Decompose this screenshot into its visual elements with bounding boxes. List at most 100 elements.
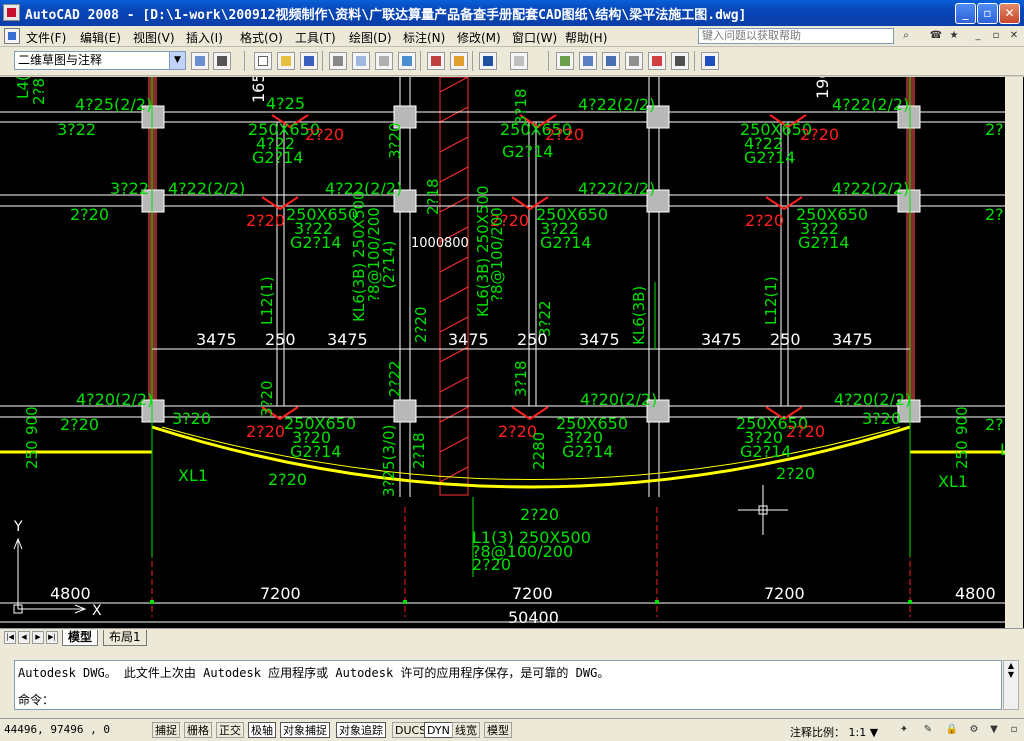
annotation-scale[interactable]: 注释比例： 1:1 ▼ — [790, 724, 878, 740]
menu-format[interactable]: 格式(O) — [240, 29, 283, 46]
toggle-polar[interactable]: 极轴 — [248, 722, 276, 738]
coordinate-readout[interactable]: 44496, 97496 , 0 — [4, 723, 110, 736]
publish-icon[interactable] — [375, 52, 393, 70]
tab-model[interactable]: 模型 — [62, 630, 99, 646]
workspace-settings-icon[interactable] — [191, 52, 209, 70]
beam-label: G2?14 — [540, 233, 591, 252]
menu-view[interactable]: 视图(V) — [133, 29, 175, 46]
beam-label: (2?14) — [380, 241, 398, 289]
canvas-scrollbar[interactable] — [1005, 77, 1023, 628]
menu-edit[interactable]: 编辑(E) — [80, 29, 121, 46]
redo-icon[interactable] — [510, 52, 528, 70]
cad-drawing[interactable]: Y X 4?25(2/2) 3?22 4?25 250X650 4?22 G2?… — [0, 77, 1005, 628]
autocad-app-icon[interactable] — [3, 4, 20, 21]
beam-label: 3?20 — [258, 380, 276, 417]
axis-dim: 7200 — [260, 584, 301, 603]
toggle-osnap[interactable]: 对象捕捉 — [280, 722, 330, 738]
help-search-input[interactable]: 键入问题以获取帮助 — [698, 28, 894, 44]
tab-layout1[interactable]: 布局1 — [103, 630, 147, 646]
beam-label: 2?20 — [60, 415, 99, 434]
menu-modify[interactable]: 修改(M) — [457, 29, 501, 46]
command-prompt[interactable]: 命令： — [18, 691, 54, 708]
save-icon[interactable] — [300, 52, 318, 70]
tab-last-button[interactable]: ▶| — [46, 631, 58, 644]
plot-preview-icon[interactable] — [352, 52, 370, 70]
beam-label: 2?20 — [268, 470, 307, 489]
tab-prev-button[interactable]: ◀ — [18, 631, 30, 644]
drawing-canvas[interactable]: Y X 4?25(2/2) 3?22 4?25 250X650 4?22 G2?… — [0, 77, 1024, 628]
beam-label: KL6(3B) — [630, 286, 648, 345]
beam-label: G2?14 — [502, 142, 553, 161]
beam-label: 4?25 — [266, 94, 305, 113]
beam-label: XL1 — [178, 466, 208, 485]
doc-restore-icon[interactable]: ▫ — [988, 28, 1004, 44]
auto-scale-icon[interactable]: ✎ — [920, 722, 936, 738]
my-workspace-icon[interactable] — [213, 52, 231, 70]
undo-icon[interactable] — [479, 52, 497, 70]
rebar-label: 2?20 — [246, 211, 285, 230]
document-icon[interactable] — [4, 28, 20, 44]
menu-insert[interactable]: 插入(I) — [186, 29, 223, 46]
new-file-icon[interactable] — [254, 52, 272, 70]
tray-settings-icon[interactable]: ⚙ — [966, 722, 982, 738]
design-center-icon[interactable] — [579, 52, 597, 70]
close-button[interactable]: ✕ — [999, 3, 1020, 24]
ucs-x-label: X — [92, 603, 102, 619]
toggle-lineweight[interactable]: 线宽 — [452, 722, 480, 738]
open-file-icon[interactable] — [277, 52, 295, 70]
column-hatch — [439, 77, 469, 483]
dim-label: 250 — [953, 440, 971, 469]
restore-button[interactable]: ▫ — [977, 3, 998, 24]
toggle-otrack[interactable]: 对象追踪 — [336, 722, 386, 738]
beam-label: XL1 — [938, 472, 968, 491]
minimize-button[interactable]: _ — [955, 3, 976, 24]
markup-icon[interactable] — [648, 52, 666, 70]
tab-next-button[interactable]: ▶ — [32, 631, 44, 644]
tool-palettes-icon[interactable] — [602, 52, 620, 70]
beam-label: 4?20(2/2) — [834, 390, 911, 409]
doc-close-icon[interactable]: ✕ — [1006, 28, 1022, 44]
chevron-down-icon[interactable]: ▼ — [169, 52, 185, 69]
doc-minimize-icon[interactable]: _ — [970, 28, 986, 44]
search-icon[interactable]: ⌕ — [898, 28, 914, 44]
communication-center-icon[interactable]: ☎ — [928, 28, 944, 44]
status-menu-icon[interactable]: ▼ — [986, 722, 1002, 738]
rebar-label: 2?20 — [745, 211, 784, 230]
toggle-grid[interactable]: 栅格 — [184, 722, 212, 738]
support-rebar-labels: 2?20 2?20 2?20 2?20 2?20 2?20 2?20 2?20 … — [246, 125, 839, 441]
lock-icon[interactable]: 🔒 — [944, 722, 960, 738]
command-scrollbar[interactable]: ▲ ▼ — [1003, 660, 1019, 710]
tab-first-button[interactable]: |◀ — [4, 631, 16, 644]
beam-label: 2?20 — [412, 306, 430, 343]
annotation-visibility-icon[interactable]: ✦ — [896, 722, 912, 738]
menu-help[interactable]: 帮助(H) — [565, 29, 607, 46]
favorites-icon[interactable]: ★ — [946, 28, 962, 44]
plot-icon[interactable] — [329, 52, 347, 70]
beam-label: 2?20 — [776, 464, 815, 483]
help-icon[interactable] — [701, 52, 719, 70]
window-title: AutoCAD 2008 - [D:\1-work\200912视频制作\资料\… — [25, 8, 747, 23]
beam-label: 2?18 — [424, 178, 442, 215]
toggle-dyn[interactable]: DYN — [424, 722, 453, 738]
ucs-y-label: Y — [13, 519, 23, 535]
toggle-model[interactable]: 模型 — [484, 722, 512, 738]
cut-icon[interactable] — [427, 52, 445, 70]
clean-screen-icon[interactable]: ▫ — [1006, 722, 1022, 738]
menu-dimension[interactable]: 标注(N) — [403, 29, 445, 46]
match-properties-icon[interactable] — [450, 52, 468, 70]
workspace-select[interactable]: 二维草图与注释 ▼ — [14, 51, 186, 70]
toggle-snap[interactable]: 捕捉 — [152, 722, 180, 738]
menu-window[interactable]: 窗口(W) — [512, 29, 557, 46]
toggle-ortho[interactable]: 正交 — [216, 722, 244, 738]
command-history[interactable]: Autodesk DWG。 此文件上次由 Autodesk 应用程序或 Auto… — [14, 660, 1002, 710]
3d-dwf-icon[interactable] — [398, 52, 416, 70]
menu-file[interactable]: 文件(F) — [26, 29, 66, 46]
beam-label: 2?20 — [520, 505, 559, 524]
sheet-set-icon[interactable] — [625, 52, 643, 70]
menu-tools[interactable]: 工具(T) — [295, 29, 336, 46]
calculator-icon[interactable] — [671, 52, 689, 70]
properties-icon[interactable] — [556, 52, 574, 70]
dim-label: 900 — [23, 406, 41, 435]
menu-draw[interactable]: 绘图(D) — [349, 29, 392, 46]
beam-label: 3?25(3/0) — [380, 425, 398, 497]
